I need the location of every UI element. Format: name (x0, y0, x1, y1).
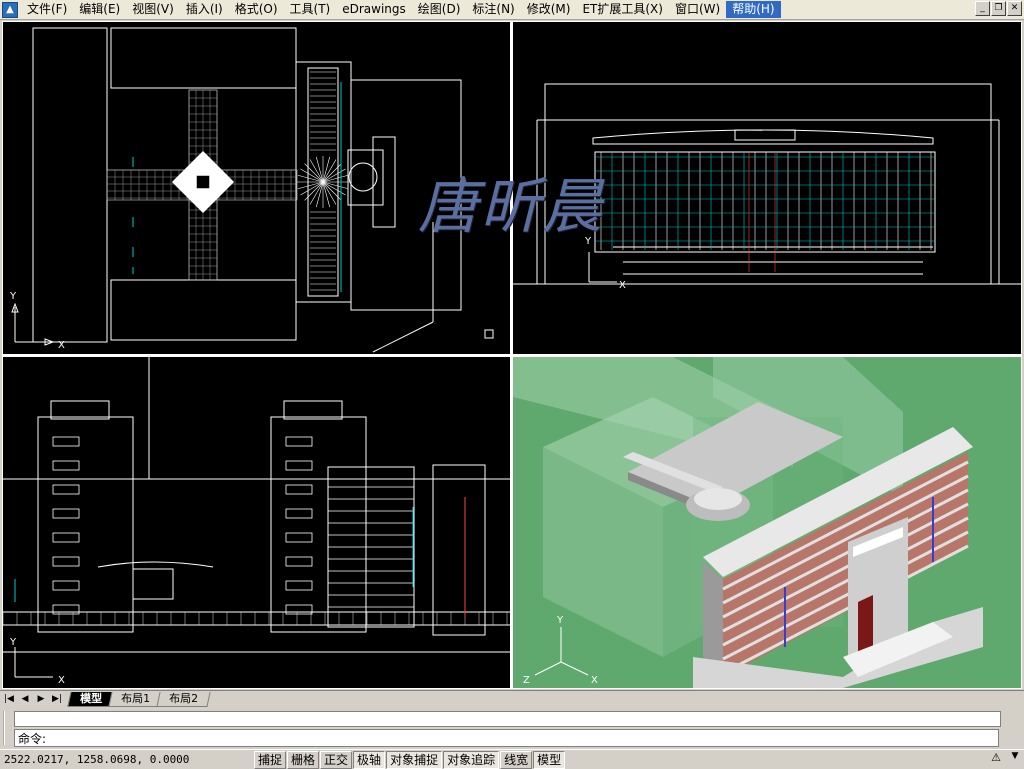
model-toggle[interactable]: 模型 (533, 750, 566, 769)
plan-drawing: Y X (9, 27, 494, 353)
command-input[interactable]: 命令: (14, 729, 999, 747)
coordinate-readout[interactable]: 2522.0217, 1258.0698, 0.0000 (0, 753, 254, 766)
next-tab-button[interactable]: ▶ (34, 693, 48, 706)
ucs-y-label: Y (556, 615, 564, 626)
ucs-icon (588, 252, 617, 283)
status-menu-arrow-icon[interactable]: ▼ (1009, 751, 1021, 766)
ucs-y-label: Y (9, 637, 17, 648)
ucs-x-label: X (58, 340, 65, 351)
menu-dimension[interactable]: 标注(N) (466, 1, 520, 18)
communication-center-icon[interactable]: ⚠ (988, 751, 1004, 766)
viewport-3d-shaded[interactable]: Y X Z (513, 357, 1021, 688)
command-history (14, 711, 1001, 727)
viewport-area: Y X Y X Y X Y X Z (2, 21, 1022, 689)
autocad-app-icon[interactable]: ▲ (2, 1, 18, 18)
otrack-toggle[interactable]: 对象追踪 (443, 750, 500, 769)
command-window: 命令: (0, 708, 1024, 748)
tab-model[interactable]: 模型 (67, 692, 115, 707)
menu-tools[interactable]: 工具(T) (284, 1, 337, 18)
menu-file[interactable]: 文件(F) (21, 1, 73, 18)
window-controls: _ ❐ ✕ (975, 1, 1022, 16)
command-window-grip[interactable] (3, 711, 11, 745)
snap-toggle[interactable]: 捕捉 (254, 750, 287, 769)
last-tab-button[interactable]: ▶| (50, 693, 64, 706)
tab-layout1[interactable]: 布局1 (108, 692, 163, 707)
menu-et-tools[interactable]: ET扩展工具(X) (576, 1, 669, 18)
side-elevation-drawing: Y X (3, 357, 510, 686)
polar-toggle[interactable]: 极轴 (353, 750, 386, 769)
shaded-3d-model: Y X Z (513, 357, 1021, 688)
viewport-plan[interactable]: Y X (3, 22, 510, 354)
front-elevation-drawing: Y X (513, 83, 1021, 291)
command-prompt: 命令: (18, 732, 47, 746)
grid-toggle[interactable]: 栅格 (287, 750, 320, 769)
viewport-side-elevation[interactable]: Y X (3, 357, 510, 688)
prev-tab-button[interactable]: ◀ (18, 693, 32, 706)
menu-edit[interactable]: 编辑(E) (73, 1, 126, 18)
ucs-x-label: X (619, 280, 626, 291)
tab-layout2[interactable]: 布局2 (156, 692, 211, 707)
layout-tab-bar: |◀ ◀ ▶ ▶| 模型 布局1 布局2 (0, 690, 1024, 708)
menu-insert[interactable]: 插入(I) (180, 1, 229, 18)
menu-bar: ▲ 文件(F) 编辑(E) 视图(V) 插入(I) 格式(O) 工具(T) eD… (0, 0, 1024, 20)
ucs-y-label: Y (9, 291, 17, 302)
menu-help[interactable]: 帮助(H) (726, 1, 781, 18)
close-button[interactable]: ✕ (1007, 1, 1022, 16)
menu-modify[interactable]: 修改(M) (521, 1, 577, 18)
lineweight-toggle[interactable]: 线宽 (500, 750, 533, 769)
minimize-button[interactable]: _ (975, 1, 990, 16)
first-tab-button[interactable]: |◀ (2, 693, 16, 706)
viewport-front-elevation[interactable]: Y X (513, 22, 1021, 354)
ucs-x-label: X (58, 675, 65, 686)
menu-edrawings[interactable]: eDrawings (336, 1, 412, 18)
osnap-toggle[interactable]: 对象捕捉 (386, 750, 443, 769)
ortho-toggle[interactable]: 正交 (320, 750, 353, 769)
menu-view[interactable]: 视图(V) (126, 1, 180, 18)
status-bar: 2522.0217, 1258.0698, 0.0000 捕捉 栅格 正交 极轴… (0, 749, 1024, 769)
ucs-x-label: X (591, 675, 598, 686)
menu-draw[interactable]: 绘图(D) (412, 1, 467, 18)
restore-button[interactable]: ❐ (991, 1, 1006, 16)
menu-format[interactable]: 格式(O) (229, 1, 284, 18)
ucs-y-label: Y (584, 236, 592, 247)
menu-window[interactable]: 窗口(W) (669, 1, 726, 18)
ucs-z-label: Z (523, 675, 530, 686)
